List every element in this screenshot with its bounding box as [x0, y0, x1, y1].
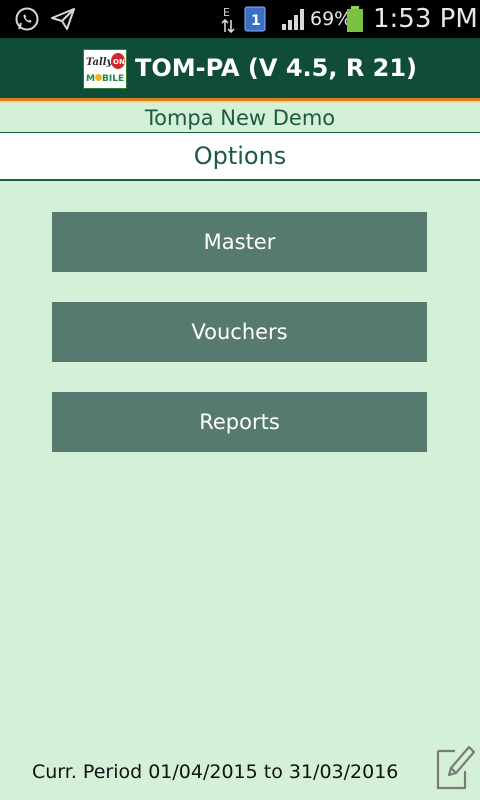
signal-icon	[280, 0, 308, 38]
app-title: TOM-PA (V 4.5, R 21)	[135, 54, 418, 82]
status-time: 1:53 PM	[373, 4, 478, 34]
svg-text:M: M	[86, 74, 95, 84]
current-period: Curr. Period 01/04/2015 to 31/03/2016	[32, 761, 399, 783]
options-title: Options	[0, 133, 480, 181]
svg-text:BILE: BILE	[102, 74, 124, 84]
app-header: Tally ON M BILE TOM-PA (V 4.5, R 21)	[0, 38, 480, 98]
sim-number: 1	[251, 13, 261, 29]
sim-icon: 1	[244, 0, 266, 38]
edit-icon	[435, 741, 476, 795]
svg-text:ON: ON	[113, 58, 125, 66]
svg-text:Tally: Tally	[86, 57, 114, 68]
reports-button[interactable]: Reports	[52, 392, 427, 452]
data-activity-icon: E	[220, 0, 236, 38]
whatsapp-icon	[12, 0, 42, 38]
send-icon	[48, 0, 78, 38]
tally-on-mobile-logo: Tally ON M BILE	[83, 49, 127, 89]
edit-button[interactable]	[434, 742, 476, 794]
battery-icon	[345, 0, 365, 38]
vouchers-button[interactable]: Vouchers	[52, 302, 427, 362]
company-name: Tompa New Demo	[0, 103, 480, 133]
master-button[interactable]: Master	[52, 212, 427, 272]
status-bar: E 1 69% 1:53 PM	[0, 0, 480, 38]
data-indicator-label: E	[223, 6, 230, 19]
